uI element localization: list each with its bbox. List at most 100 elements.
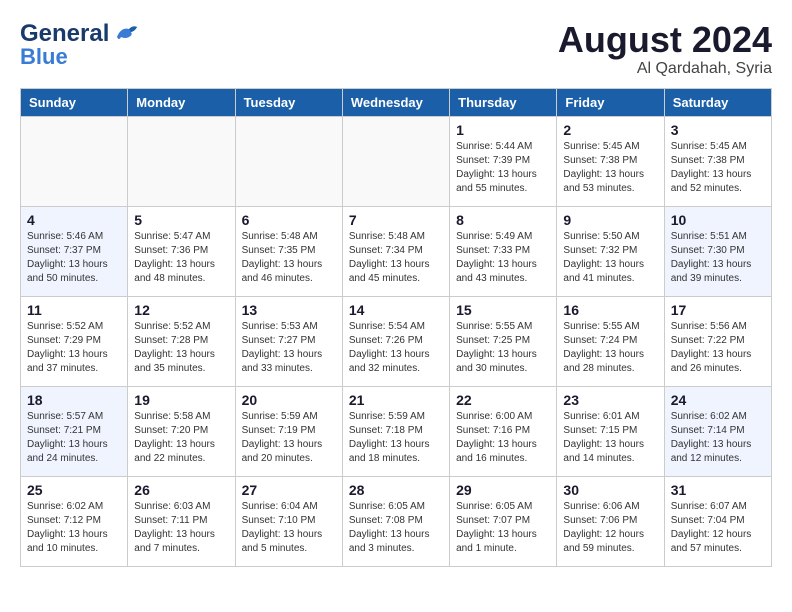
calendar-cell: 19 Sunrise: 5:58 AM Sunset: 7:20 PM Dayli… xyxy=(128,386,235,476)
calendar-cell: 16 Sunrise: 5:55 AM Sunset: 7:24 PM Dayli… xyxy=(557,296,664,386)
logo-bird-icon xyxy=(111,23,139,45)
weekday-header-sunday: Sunday xyxy=(21,88,128,116)
day-number: 27 xyxy=(242,482,336,498)
weekday-header-saturday: Saturday xyxy=(664,88,771,116)
day-info: Sunrise: 5:56 AM Sunset: 7:22 PM Dayligh… xyxy=(671,320,765,376)
day-info: Sunrise: 6:07 AM Sunset: 7:04 PM Dayligh… xyxy=(671,500,765,556)
week-row-1: 1 Sunrise: 5:44 AM Sunset: 7:39 PM Daylig… xyxy=(21,116,772,206)
calendar-cell: 8Sunrise: 5:49 AM Sunset: 7:33 PM Daylig… xyxy=(450,206,557,296)
day-number: 23 xyxy=(563,392,657,408)
calendar-cell xyxy=(21,116,128,206)
weekday-header-row: SundayMondayTuesdayWednesdayThursdayFrid… xyxy=(21,88,772,116)
day-number: 29 xyxy=(456,482,550,498)
day-number: 18 xyxy=(27,392,121,408)
calendar-cell: 4Sunrise: 5:46 AM Sunset: 7:37 PM Daylig… xyxy=(21,206,128,296)
title-section: August 2024 Al Qardahah, Syria xyxy=(558,20,772,78)
calendar-cell: 24 Sunrise: 6:02 AM Sunset: 7:14 PM Dayli… xyxy=(664,386,771,476)
day-number: 2 xyxy=(563,122,657,138)
calendar-cell: 11Sunrise: 5:52 AM Sunset: 7:29 PM Dayli… xyxy=(21,296,128,386)
logo: General Blue xyxy=(20,20,139,70)
day-number: 3 xyxy=(671,122,765,138)
day-number: 26 xyxy=(134,482,228,498)
location: Al Qardahah, Syria xyxy=(558,60,772,78)
calendar-cell: 27 Sunrise: 6:04 AM Sunset: 7:10 PM Dayli… xyxy=(235,476,342,566)
day-number: 5 xyxy=(134,212,228,228)
calendar-cell: 17 Sunrise: 5:56 AM Sunset: 7:22 PM Dayli… xyxy=(664,296,771,386)
month-title: August 2024 xyxy=(558,20,772,60)
page-header: General Blue August 2024 Al Qardahah, Sy… xyxy=(20,20,772,78)
calendar-cell: 1 Sunrise: 5:44 AM Sunset: 7:39 PM Daylig… xyxy=(450,116,557,206)
calendar-cell: 13 Sunrise: 5:53 AM Sunset: 7:27 PM Dayli… xyxy=(235,296,342,386)
calendar-cell: 3 Sunrise: 5:45 AM Sunset: 7:38 PM Daylig… xyxy=(664,116,771,206)
day-info: Sunrise: 5:58 AM Sunset: 7:20 PM Dayligh… xyxy=(134,410,228,466)
day-info: Sunrise: 5:44 AM Sunset: 7:39 PM Dayligh… xyxy=(456,140,550,196)
day-number: 10 xyxy=(671,212,765,228)
day-number: 31 xyxy=(671,482,765,498)
day-info: Sunrise: 5:46 AM Sunset: 7:37 PM Dayligh… xyxy=(27,230,121,286)
week-row-2: 4Sunrise: 5:46 AM Sunset: 7:37 PM Daylig… xyxy=(21,206,772,296)
day-number: 13 xyxy=(242,302,336,318)
calendar-cell xyxy=(342,116,449,206)
day-number: 24 xyxy=(671,392,765,408)
day-info: Sunrise: 6:04 AM Sunset: 7:10 PM Dayligh… xyxy=(242,500,336,556)
day-number: 19 xyxy=(134,392,228,408)
weekday-header-tuesday: Tuesday xyxy=(235,88,342,116)
day-number: 17 xyxy=(671,302,765,318)
calendar-cell xyxy=(128,116,235,206)
day-number: 22 xyxy=(456,392,550,408)
day-number: 6 xyxy=(242,212,336,228)
day-number: 16 xyxy=(563,302,657,318)
calendar-cell: 12 Sunrise: 5:52 AM Sunset: 7:28 PM Dayli… xyxy=(128,296,235,386)
day-number: 15 xyxy=(456,302,550,318)
day-info: Sunrise: 5:53 AM Sunset: 7:27 PM Dayligh… xyxy=(242,320,336,376)
day-info: Sunrise: 6:05 AM Sunset: 7:08 PM Dayligh… xyxy=(349,500,443,556)
calendar-cell: 25 Sunrise: 6:02 AM Sunset: 7:12 PM Dayli… xyxy=(21,476,128,566)
day-info: Sunrise: 6:05 AM Sunset: 7:07 PM Dayligh… xyxy=(456,500,550,556)
calendar-cell: 7Sunrise: 5:48 AM Sunset: 7:34 PM Daylig… xyxy=(342,206,449,296)
day-info: Sunrise: 6:01 AM Sunset: 7:15 PM Dayligh… xyxy=(563,410,657,466)
day-info: Sunrise: 5:57 AM Sunset: 7:21 PM Dayligh… xyxy=(27,410,121,466)
day-info: Sunrise: 5:52 AM Sunset: 7:29 PM Dayligh… xyxy=(27,320,121,376)
logo-blue: Blue xyxy=(20,44,68,70)
day-info: Sunrise: 5:48 AM Sunset: 7:34 PM Dayligh… xyxy=(349,230,443,286)
calendar-cell: 23 Sunrise: 6:01 AM Sunset: 7:15 PM Dayli… xyxy=(557,386,664,476)
day-number: 1 xyxy=(456,122,550,138)
weekday-header-monday: Monday xyxy=(128,88,235,116)
calendar-cell: 31 Sunrise: 6:07 AM Sunset: 7:04 PM Dayli… xyxy=(664,476,771,566)
day-info: Sunrise: 6:00 AM Sunset: 7:16 PM Dayligh… xyxy=(456,410,550,466)
week-row-5: 25 Sunrise: 6:02 AM Sunset: 7:12 PM Dayli… xyxy=(21,476,772,566)
calendar-cell: 5Sunrise: 5:47 AM Sunset: 7:36 PM Daylig… xyxy=(128,206,235,296)
day-info: Sunrise: 6:03 AM Sunset: 7:11 PM Dayligh… xyxy=(134,500,228,556)
day-info: Sunrise: 5:49 AM Sunset: 7:33 PM Dayligh… xyxy=(456,230,550,286)
calendar-cell: 14 Sunrise: 5:54 AM Sunset: 7:26 PM Dayli… xyxy=(342,296,449,386)
day-number: 21 xyxy=(349,392,443,408)
day-info: Sunrise: 5:59 AM Sunset: 7:19 PM Dayligh… xyxy=(242,410,336,466)
day-info: Sunrise: 5:52 AM Sunset: 7:28 PM Dayligh… xyxy=(134,320,228,376)
calendar-cell: 29 Sunrise: 6:05 AM Sunset: 7:07 PM Dayli… xyxy=(450,476,557,566)
day-number: 14 xyxy=(349,302,443,318)
day-number: 30 xyxy=(563,482,657,498)
calendar-cell: 22 Sunrise: 6:00 AM Sunset: 7:16 PM Dayli… xyxy=(450,386,557,476)
calendar-cell: 9Sunrise: 5:50 AM Sunset: 7:32 PM Daylig… xyxy=(557,206,664,296)
calendar-cell: 2 Sunrise: 5:45 AM Sunset: 7:38 PM Daylig… xyxy=(557,116,664,206)
calendar-cell: 10 Sunrise: 5:51 AM Sunset: 7:30 PM Dayli… xyxy=(664,206,771,296)
day-info: Sunrise: 6:02 AM Sunset: 7:12 PM Dayligh… xyxy=(27,500,121,556)
day-number: 12 xyxy=(134,302,228,318)
day-info: Sunrise: 5:45 AM Sunset: 7:38 PM Dayligh… xyxy=(563,140,657,196)
day-info: Sunrise: 5:51 AM Sunset: 7:30 PM Dayligh… xyxy=(671,230,765,286)
calendar-cell: 26 Sunrise: 6:03 AM Sunset: 7:11 PM Dayli… xyxy=(128,476,235,566)
day-info: Sunrise: 5:50 AM Sunset: 7:32 PM Dayligh… xyxy=(563,230,657,286)
week-row-4: 18 Sunrise: 5:57 AM Sunset: 7:21 PM Dayli… xyxy=(21,386,772,476)
week-row-3: 11Sunrise: 5:52 AM Sunset: 7:29 PM Dayli… xyxy=(21,296,772,386)
calendar-cell: 6Sunrise: 5:48 AM Sunset: 7:35 PM Daylig… xyxy=(235,206,342,296)
calendar-cell: 15Sunrise: 5:55 AM Sunset: 7:25 PM Dayli… xyxy=(450,296,557,386)
calendar-cell: 30Sunrise: 6:06 AM Sunset: 7:06 PM Dayli… xyxy=(557,476,664,566)
calendar-cell: 20Sunrise: 5:59 AM Sunset: 7:19 PM Dayli… xyxy=(235,386,342,476)
day-info: Sunrise: 6:02 AM Sunset: 7:14 PM Dayligh… xyxy=(671,410,765,466)
day-info: Sunrise: 5:54 AM Sunset: 7:26 PM Dayligh… xyxy=(349,320,443,376)
day-number: 25 xyxy=(27,482,121,498)
calendar-cell: 18 Sunrise: 5:57 AM Sunset: 7:21 PM Dayli… xyxy=(21,386,128,476)
day-info: Sunrise: 5:45 AM Sunset: 7:38 PM Dayligh… xyxy=(671,140,765,196)
day-info: Sunrise: 5:55 AM Sunset: 7:24 PM Dayligh… xyxy=(563,320,657,376)
day-info: Sunrise: 5:59 AM Sunset: 7:18 PM Dayligh… xyxy=(349,410,443,466)
